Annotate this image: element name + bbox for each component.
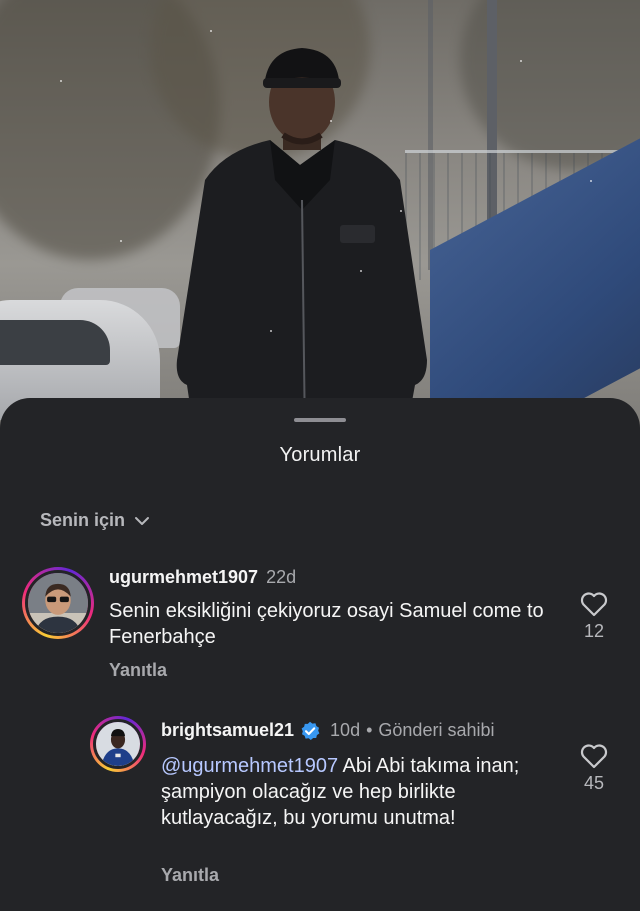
avatar[interactable] xyxy=(22,567,94,639)
author-tag: Gönderi sahibi xyxy=(378,720,495,740)
comment-username[interactable]: brightsamuel21 xyxy=(161,720,294,741)
like-button[interactable]: 12 xyxy=(574,591,614,642)
like-count: 12 xyxy=(583,621,605,641)
sheet-title: Yorumlar xyxy=(279,444,361,466)
reply-button[interactable]: Yanıtla xyxy=(161,865,219,886)
comment-time: 22d xyxy=(266,567,297,587)
filter-label: Senin için xyxy=(40,510,126,530)
user-avatar-image xyxy=(96,722,140,766)
heart-icon xyxy=(580,744,608,769)
separator-dot: • xyxy=(366,720,373,740)
user-avatar-image xyxy=(28,573,88,633)
post-background-photo xyxy=(0,0,640,440)
verified-badge-icon xyxy=(301,721,320,740)
person-figure xyxy=(176,48,427,440)
mention-link[interactable]: @ugurmehmet1907 xyxy=(161,755,338,777)
comment-username[interactable]: ugurmehmet1907 xyxy=(109,567,258,588)
comment-text: Senin eksikliğini çekiyoruz osayi Samuel… xyxy=(109,600,544,648)
heart-icon xyxy=(580,592,608,617)
chevron-down-icon xyxy=(135,516,150,525)
comment-time: 10d xyxy=(330,720,361,740)
like-button[interactable]: 45 xyxy=(574,743,614,794)
sheet-drag-handle[interactable] xyxy=(294,418,346,422)
comments-sheet: Yorumlar Senin için ugurmehmet1907 22d S… xyxy=(0,398,640,911)
like-count: 45 xyxy=(583,773,605,793)
comment-text: @ugurmehmet1907 Abi Abi takıma inan; şam… xyxy=(161,753,541,831)
comment-item: ugurmehmet1907 22d Senin eksikliğini çek… xyxy=(0,558,640,688)
comment-reply-item: brightsamuel21 10d • Gönderi sahibi @ugu… xyxy=(0,713,640,903)
avatar[interactable] xyxy=(90,716,146,772)
comment-filter-dropdown[interactable]: Senin için xyxy=(40,510,151,531)
reply-button[interactable]: Yanıtla xyxy=(109,660,167,681)
